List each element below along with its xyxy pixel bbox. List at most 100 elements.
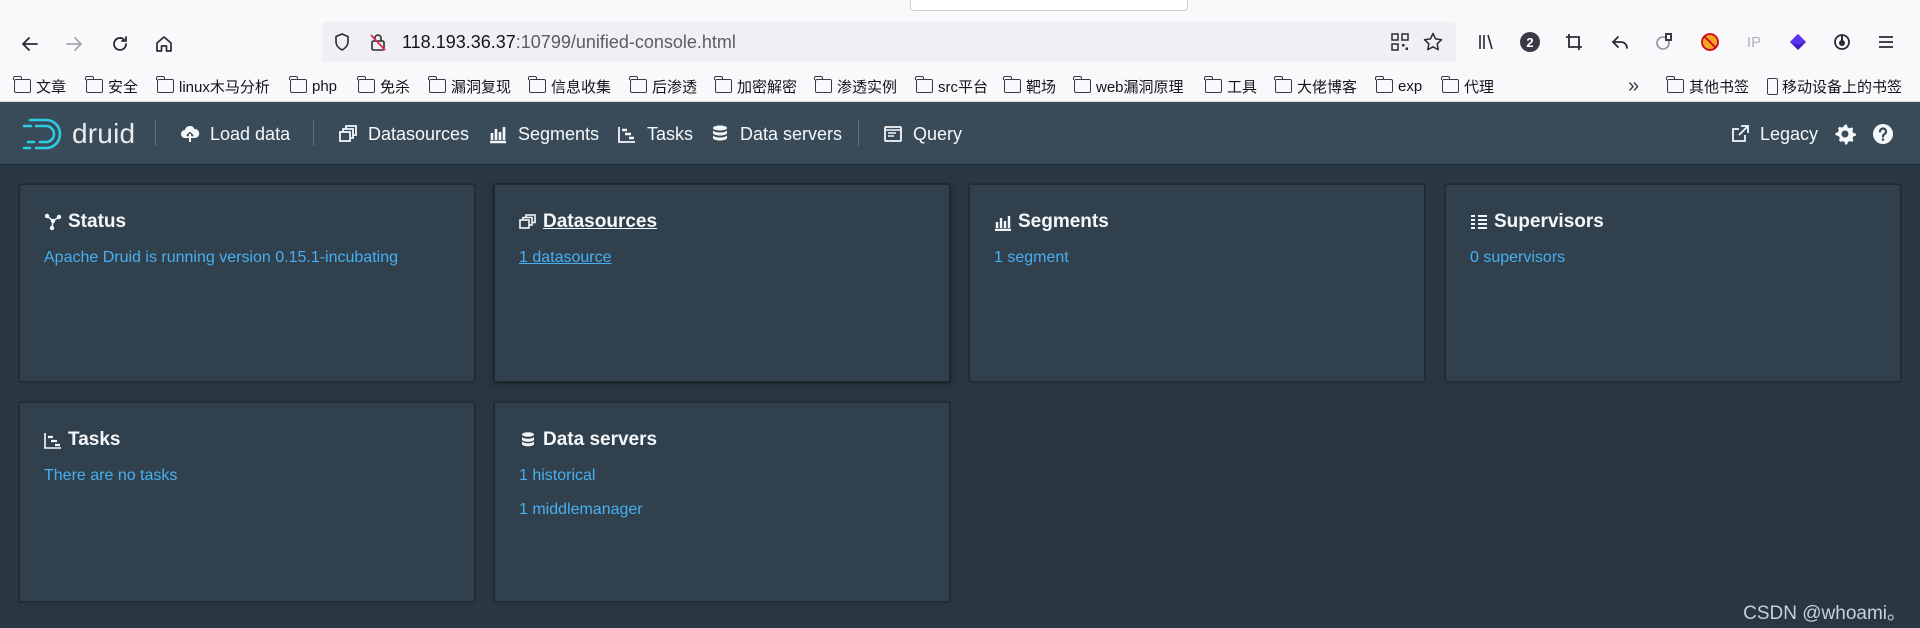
extension-badge-icon[interactable]: 2 <box>1516 28 1544 56</box>
reload-icon[interactable] <box>104 28 136 60</box>
data-servers-card[interactable]: Data servers 1 historical 1 middlemanage… <box>494 402 950 602</box>
nav-label: Data servers <box>740 123 843 144</box>
home-icon[interactable] <box>148 28 180 60</box>
tasks-card[interactable]: Tasks There are no tasks <box>19 402 475 602</box>
folder-icon <box>1003 76 1021 93</box>
bookmark-folder[interactable]: 渗透实例 <box>814 75 898 97</box>
bookmark-folder[interactable]: 漏洞复现 <box>428 75 511 97</box>
tasks-card-title: Tasks <box>44 429 120 451</box>
power-circle-icon[interactable] <box>1828 28 1856 56</box>
datasources-card[interactable]: Datasources 1 datasource <box>494 184 950 382</box>
status-version-text: Apache Druid is running version 0.15.1-i… <box>44 249 398 266</box>
supervisor-count-text: 0 supervisors <box>1470 249 1566 266</box>
header-divider <box>155 120 156 146</box>
stacked-chart-icon <box>995 216 1011 231</box>
phone-icon <box>1767 77 1778 95</box>
segments-card-title: Segments <box>994 211 1109 233</box>
bookmark-folder[interactable]: 加密解密 <box>714 75 798 97</box>
shield-icon[interactable] <box>332 32 352 52</box>
gantt-chart-icon <box>618 127 635 143</box>
druid-logo-icon <box>22 118 62 150</box>
csdn-watermark: CSDN @whoami。 <box>1743 603 1906 624</box>
card-title-text: Supervisors <box>1494 211 1604 232</box>
folder-icon <box>1375 76 1393 93</box>
nav-legacy[interactable]: Legacy <box>1730 120 1818 148</box>
supervisors-card-title: Supervisors <box>1470 211 1604 233</box>
datasource-count-link[interactable]: 1 datasource <box>519 249 612 267</box>
bookmark-label: 渗透实例 <box>837 78 898 96</box>
card-title-text: Tasks <box>68 429 121 450</box>
forward-arrow-icon[interactable] <box>58 28 90 60</box>
bookmark-other-folder[interactable]: 其他书签 <box>1666 75 1750 97</box>
bookmark-folder[interactable]: web漏洞原理 <box>1073 75 1184 97</box>
folder-icon <box>915 76 933 93</box>
bookmark-label: web漏洞原理 <box>1096 78 1184 96</box>
status-card[interactable]: Status Apache Druid is running version 0… <box>19 184 475 382</box>
url-bar[interactable]: 118.193.36.37:10799/unified-console.html <box>322 22 1456 62</box>
bookmark-folder[interactable]: 大佬博客 <box>1274 75 1357 97</box>
crop-icon[interactable] <box>1560 28 1588 56</box>
bookmark-folder[interactable]: php <box>289 75 337 97</box>
bookmark-label: 工具 <box>1227 78 1258 96</box>
layers-extension-icon[interactable] <box>1784 28 1812 56</box>
multi-select-icon <box>339 125 357 142</box>
url-text[interactable]: 118.193.36.37:10799/unified-console.html <box>402 32 736 52</box>
bookmark-label: 其他书签 <box>1689 78 1750 96</box>
card-title-text: Segments <box>1018 211 1109 232</box>
settings-gear-icon[interactable] <box>1832 121 1858 147</box>
folder-icon <box>1441 76 1459 93</box>
nav-label: Datasources <box>368 123 470 144</box>
bookmark-folder[interactable]: 代理 <box>1441 75 1494 97</box>
browser-nav-bar: 118.193.36.37:10799/unified-console.html… <box>0 14 1920 70</box>
app-menu-icon[interactable] <box>1872 28 1900 56</box>
bookmark-folder[interactable]: 工具 <box>1204 75 1258 97</box>
folder-icon <box>1666 76 1684 93</box>
status-card-title: Status <box>44 211 126 233</box>
druid-header: druid Load data Datasources Segments Tas… <box>0 102 1920 164</box>
bookmark-label: 安全 <box>108 78 139 96</box>
folder-icon <box>357 76 375 93</box>
folder-icon <box>289 76 307 93</box>
datasources-card-title[interactable]: Datasources <box>519 211 657 233</box>
chevron-double-right-icon[interactable]: » <box>1628 75 1639 98</box>
druid-logo[interactable]: druid <box>22 116 135 152</box>
bookmark-folder[interactable]: 信息收集 <box>528 75 611 97</box>
back-arrow-icon[interactable] <box>14 28 46 60</box>
bookmark-star-icon[interactable] <box>1422 31 1444 53</box>
url-path: :10799/unified-console.html <box>515 32 736 52</box>
nav-query[interactable]: Query <box>883 120 962 148</box>
bookmark-label: 加密解密 <box>737 78 798 96</box>
browser-tab-edge[interactable] <box>910 0 1188 11</box>
undo-arrow-icon[interactable] <box>1606 28 1634 56</box>
nav-segments[interactable]: Segments <box>488 120 599 148</box>
bookmark-folder[interactable]: 靶场 <box>1003 75 1056 97</box>
qr-code-icon[interactable] <box>1390 32 1410 52</box>
folder-icon <box>1204 76 1222 93</box>
bookmark-folder[interactable]: src平台 <box>915 75 988 97</box>
folder-icon <box>714 76 732 93</box>
folder-icon <box>1274 76 1292 93</box>
bookmark-folder[interactable]: 后渗透 <box>629 75 697 97</box>
historical-count-text: 1 historical <box>519 467 596 484</box>
bookmark-folder[interactable]: 免杀 <box>357 75 410 97</box>
bookmark-folder[interactable]: 安全 <box>85 75 139 97</box>
nav-datasources[interactable]: Datasources <box>338 120 469 148</box>
nav-load-data[interactable]: Load data <box>180 120 290 148</box>
nav-data-servers[interactable]: Data servers <box>710 120 842 148</box>
bookmark-mobile-folder[interactable]: 移动设备上的书签 <box>1767 75 1902 97</box>
supervisors-card[interactable]: Supervisors 0 supervisors <box>1445 184 1901 382</box>
extension-puzzle-icon[interactable] <box>1650 28 1678 56</box>
bookmark-folder[interactable]: linux木马分析 <box>156 75 270 97</box>
library-icon[interactable] <box>1472 28 1500 56</box>
ip-extension-icon[interactable]: IP <box>1740 28 1768 56</box>
segments-card[interactable]: Segments 1 segment <box>969 184 1425 382</box>
bookmark-label: 文章 <box>36 78 67 96</box>
bookmark-folder[interactable]: 文章 <box>13 75 67 97</box>
nav-tasks[interactable]: Tasks <box>617 120 693 148</box>
help-icon[interactable] <box>1870 121 1896 147</box>
header-divider <box>313 120 314 146</box>
blocker-icon[interactable] <box>1696 28 1724 56</box>
data-servers-card-title: Data servers <box>519 429 657 451</box>
insecure-lock-icon[interactable] <box>368 32 388 52</box>
bookmark-folder[interactable]: exp <box>1375 75 1422 97</box>
